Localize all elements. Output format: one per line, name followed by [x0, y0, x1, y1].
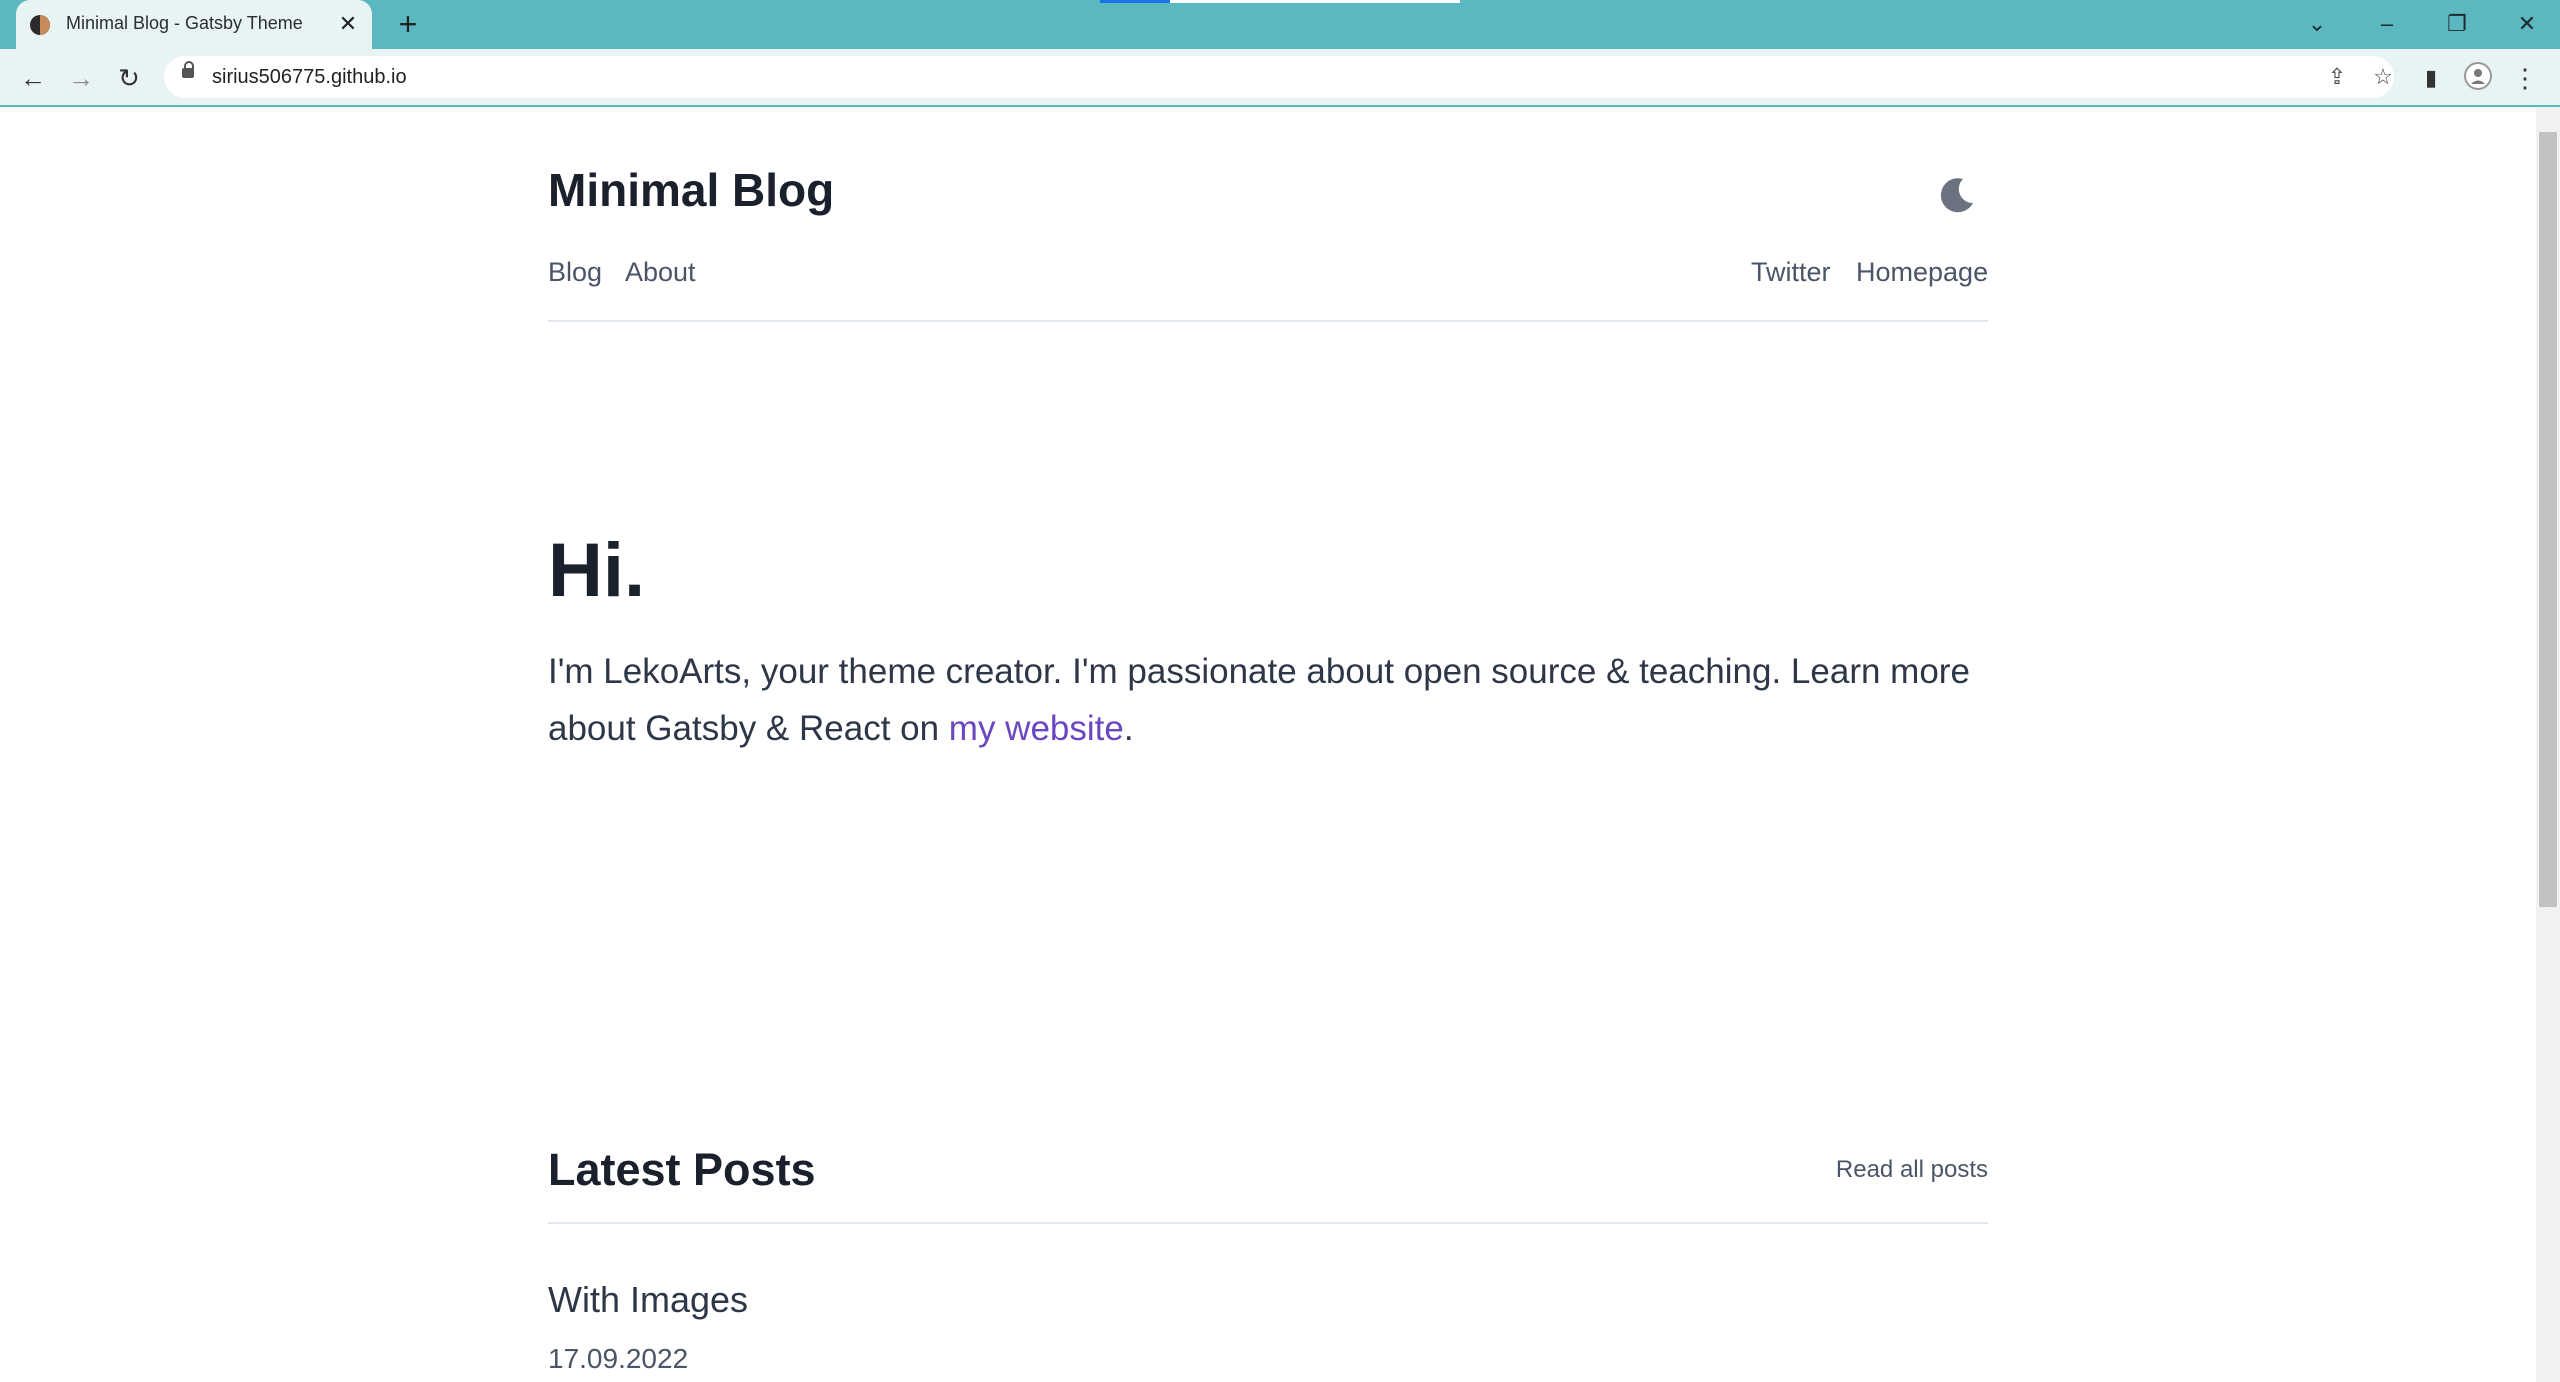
lock-icon	[182, 61, 194, 78]
close-tab-icon[interactable]: ✕	[334, 10, 362, 38]
url-text: sirius506775.github.io	[212, 66, 407, 88]
tab-search-chevron-icon[interactable]: ⌄	[2294, 6, 2340, 42]
profile-avatar-icon[interactable]	[2461, 61, 2495, 95]
site-title[interactable]: Minimal Blog	[548, 163, 834, 217]
nav-link-twitter[interactable]: Twitter	[1751, 257, 1831, 288]
my-website-link[interactable]: my website	[949, 709, 1124, 748]
share-icon[interactable]: ⇪	[2322, 62, 2352, 92]
new-tab-button[interactable]: +	[390, 6, 426, 42]
nav-link-blog[interactable]: Blog	[548, 257, 602, 288]
minimize-icon[interactable]: –	[2364, 6, 2410, 42]
header-divider	[548, 320, 1988, 322]
tab-title: Minimal Blog - Gatsby Theme	[66, 13, 303, 33]
moon-icon[interactable]	[1935, 173, 1979, 217]
hero-text: I'm LekoArts, your theme creator. I'm pa…	[548, 643, 1988, 757]
read-all-posts-link[interactable]: Read all posts	[1836, 1156, 1988, 1184]
nav-link-about[interactable]: About	[625, 257, 696, 288]
browser-tab[interactable]: Minimal Blog - Gatsby Theme ✕	[16, 0, 372, 49]
scrollbar-thumb[interactable]	[2539, 132, 2557, 907]
favicon-icon	[30, 15, 50, 35]
hero-text-intro: I'm LekoArts, your theme creator. I'm pa…	[548, 652, 1970, 748]
back-arrow-icon[interactable]: ←	[16, 61, 50, 95]
bookmark-star-icon[interactable]: ☆	[2368, 62, 2398, 92]
browser-toolbar: ← → ↻ sirius506775.github.io ⇪ ☆ ▮ ⋮	[0, 49, 2560, 106]
post-date: 17.09.2022	[548, 1343, 689, 1374]
side-panel-icon[interactable]: ▮	[2414, 61, 2448, 95]
toolbar-accent-line	[0, 105, 2560, 107]
latest-posts-heading: Latest Posts	[548, 1144, 816, 1195]
restore-icon[interactable]: ❐	[2434, 6, 2480, 42]
reload-icon[interactable]: ↻	[112, 61, 146, 95]
hero-text-end: .	[1123, 709, 1134, 748]
menu-kebab-icon[interactable]: ⋮	[2508, 61, 2542, 95]
hero-title: Hi.	[548, 528, 646, 613]
close-window-icon[interactable]: ✕	[2504, 6, 2550, 42]
section-divider	[548, 1222, 1988, 1224]
forward-arrow-icon[interactable]: →	[64, 61, 98, 95]
address-bar[interactable]: sirius506775.github.io ⇪ ☆	[164, 56, 2394, 98]
post-title-link[interactable]: With Images	[548, 1279, 748, 1321]
loading-indicator-track	[1170, 0, 1460, 3]
nav-link-homepage[interactable]: Homepage	[1856, 257, 1988, 288]
tab-strip: Minimal Blog - Gatsby Theme ✕ + ⌄ – ❐ ✕	[0, 0, 2560, 49]
loading-indicator	[1100, 0, 1170, 3]
